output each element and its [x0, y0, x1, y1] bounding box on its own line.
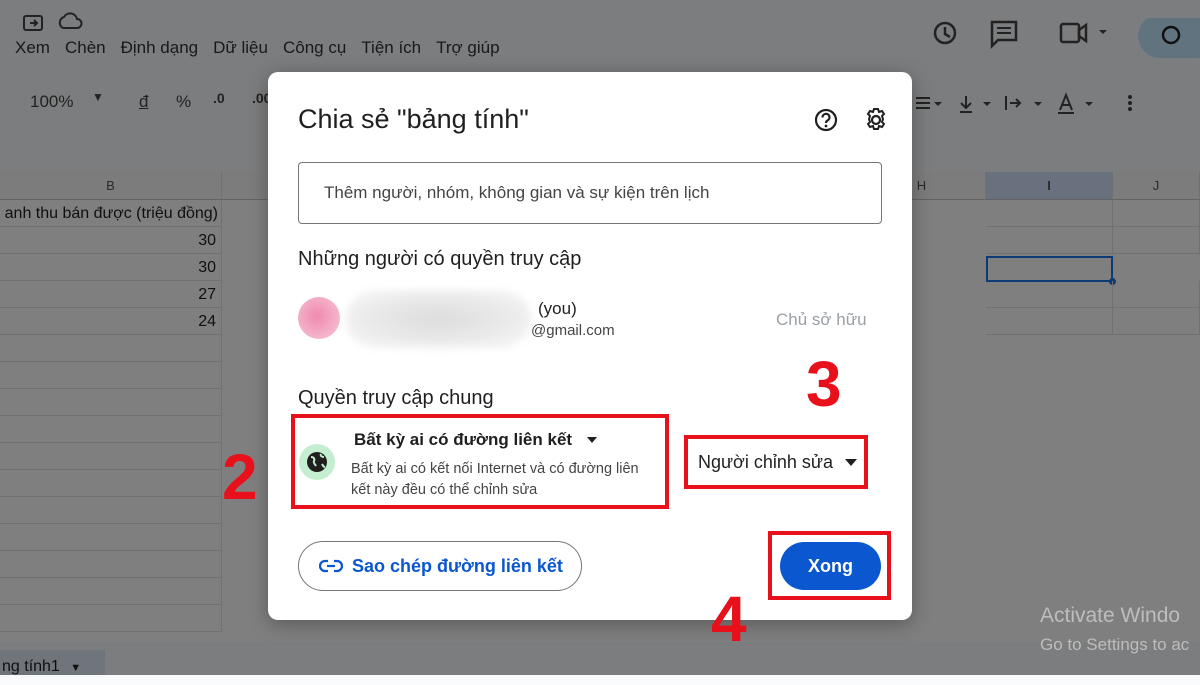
dialog-title: Chia sẻ "bảng tính" [298, 104, 529, 134]
add-people-input[interactable]: Thêm người, nhóm, không gian và sự kiện … [298, 162, 882, 224]
general-access-heading: Quyền truy cập chung [298, 387, 494, 409]
owner-role-label: Chủ sở hữu [776, 310, 867, 329]
people-with-access-heading: Những người có quyền truy cập [298, 248, 582, 270]
annotation-box-role [684, 435, 868, 489]
annotation-step-2: 2 [222, 441, 258, 513]
annotation-box-done [768, 531, 891, 600]
annotation-step-3: 3 [806, 348, 842, 420]
copy-link-button[interactable]: Sao chép đường liên kết [298, 541, 582, 591]
annotation-box-general-access [291, 414, 669, 509]
help-icon[interactable] [813, 107, 839, 133]
windows-watermark-line2: Go to Settings to ac [1040, 635, 1190, 654]
windows-watermark-line1: Activate Windo [1040, 604, 1181, 627]
user-email: @gmail.com [531, 322, 615, 339]
annotation-step-4: 4 [711, 583, 747, 655]
copy-link-label: Sao chép đường liên kết [352, 556, 563, 576]
avatar [298, 297, 340, 339]
user-you-label: (you) [538, 299, 577, 318]
redacted-name [346, 290, 531, 348]
settings-gear-icon[interactable] [863, 107, 889, 133]
link-icon [319, 559, 343, 573]
